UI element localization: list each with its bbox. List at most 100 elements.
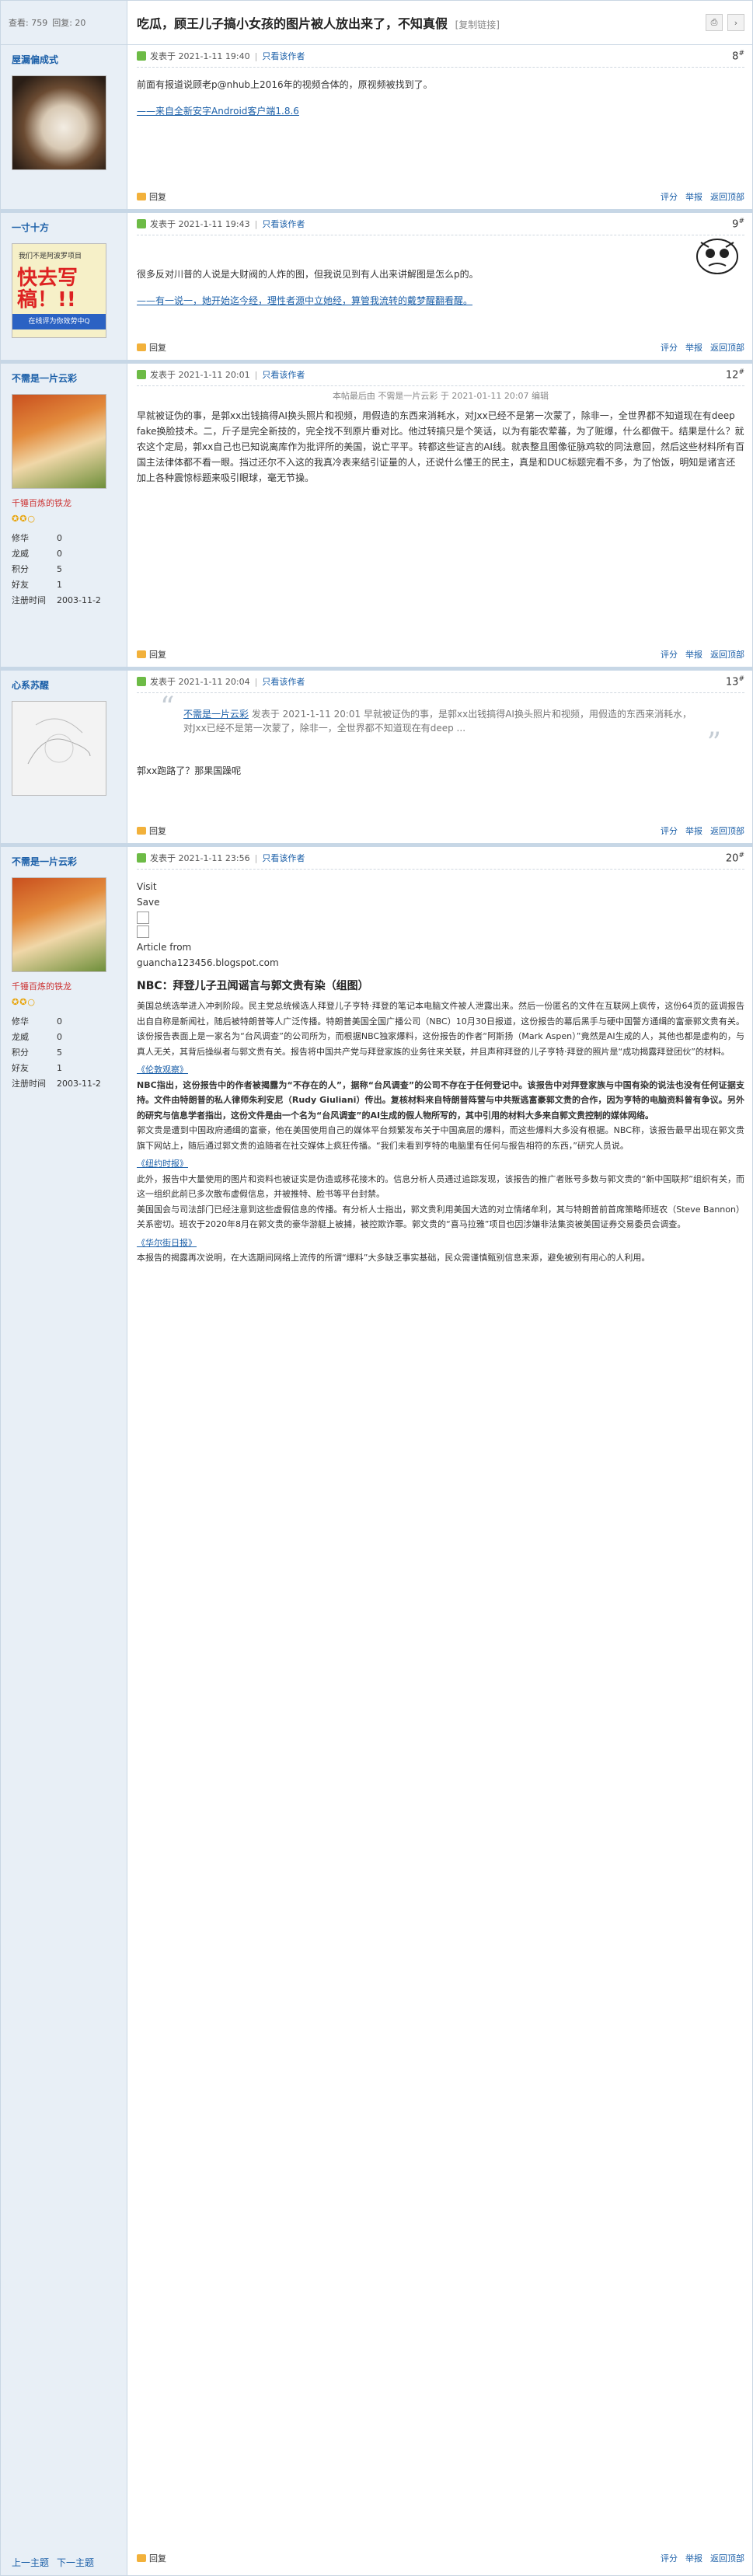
article-link[interactable]: 《华尔街日报》 bbox=[137, 1238, 197, 1248]
post-actions: 评分 举报 返回顶部 bbox=[661, 341, 744, 354]
author-name[interactable]: 心系苏醒 bbox=[12, 678, 127, 692]
report-button[interactable]: 举报 bbox=[685, 341, 702, 354]
user-group: 千锤百炼的铁龙 bbox=[12, 498, 71, 508]
online-icon bbox=[137, 853, 146, 863]
copy-link-button[interactable]: [复制链接] bbox=[455, 19, 500, 30]
floor-number: 20# bbox=[725, 851, 744, 865]
thread-title: 吃瓜，顾王儿子搞小女孩的图片被人放出来了，不知真假 [复制链接] bbox=[127, 13, 706, 32]
post-footer: 回复 评分 举报 返回顶部 bbox=[137, 824, 744, 837]
signature-link[interactable]: ——有一说一，她开始迄今经，理性者源中立她经，算管我流转的戴梦醒翻看醒。 bbox=[137, 295, 472, 306]
avatar[interactable]: 我们不是阿波罗项目 快去写稿！!! 在线评为你效劳中Q bbox=[12, 243, 106, 338]
save-link[interactable]: Save bbox=[137, 894, 744, 910]
edit-note: 本帖最后由 不需是一片云彩 于 2021-01-11 20:07 编辑 bbox=[332, 391, 549, 401]
post-header: 发表于 2021-1-11 19:43 | 只看该作者 9# bbox=[137, 213, 744, 235]
author-sidebar: 一寸十方 我们不是阿波罗项目 快去写稿！!! 在线评为你效劳中Q bbox=[1, 213, 127, 360]
author-name[interactable]: 不需是一片云彩 bbox=[12, 371, 127, 385]
thread-pager: 上一主题 下一主题 bbox=[1, 2549, 127, 2575]
quote-time: 发表于 2021-1-11 20:01 bbox=[251, 709, 361, 720]
post-time: 发表于 2021-1-11 23:56 bbox=[150, 853, 250, 863]
avatar[interactable] bbox=[12, 701, 106, 796]
client-link[interactable]: ——来自全新安字Android客户端1.8.6 bbox=[137, 106, 299, 117]
report-button[interactable]: 举报 bbox=[685, 2552, 702, 2564]
floor-number: 12# bbox=[725, 368, 744, 382]
article-source: guancha123456.blogspot.com bbox=[137, 957, 279, 968]
article-title: NBC：拜登儿子丑闻谣言与郭文贵有染（组图） bbox=[137, 980, 369, 992]
rate-button[interactable]: 评分 bbox=[661, 2552, 678, 2564]
reply-icon bbox=[137, 193, 146, 200]
avatar[interactable] bbox=[12, 75, 106, 170]
back-to-top-button[interactable]: 返回顶部 bbox=[710, 824, 744, 837]
post-text: 前面有报道说顾老p@nhub上2016年的视频合体的，原视频被找到了。 bbox=[137, 79, 433, 90]
prev-thread-link[interactable]: 上一主题 bbox=[12, 2556, 49, 2569]
rank-stars: ✪✪○ bbox=[12, 997, 37, 1007]
thread-stats: 查看: 759 回复: 20 bbox=[1, 1, 127, 44]
author-name[interactable]: 一寸十方 bbox=[12, 221, 127, 234]
author-name[interactable]: 屋漏偏成式 bbox=[12, 53, 127, 66]
post-header: 发表于 2021-1-11 19:40 | 只看该作者 8# bbox=[137, 45, 744, 68]
post-time: 发表于 2021-1-11 19:40 bbox=[150, 51, 250, 61]
article-link[interactable]: 《纽约时报》 bbox=[137, 1159, 188, 1169]
print-icon[interactable]: ⎙ bbox=[706, 14, 723, 31]
report-button[interactable]: 举报 bbox=[685, 190, 702, 203]
back-to-top-button[interactable]: 返回顶部 bbox=[710, 190, 744, 203]
online-icon bbox=[137, 219, 146, 228]
avatar-slogan: 快去写稿！!! bbox=[17, 267, 78, 312]
author-info: 千锤百炼的铁龙 ✪✪○ 修华 0 龙威 0 积分 5 好友 1 注册时间 2003-11-… bbox=[12, 497, 127, 608]
author-only-link[interactable]: 只看该作者 bbox=[262, 50, 305, 62]
thread-page: 查看: 759 回复: 20 吃瓜，顾王儿子搞小女孩的图片被人放出来了，不知真假… bbox=[0, 0, 753, 2576]
article-paragraph: 郭文贵是遭到中国政府通缉的富豪，他在美国使用自己的媒体平台频繁发布关于中国高层的… bbox=[137, 1125, 744, 1151]
post-floor-20: 不需是一片云彩 千锤百炼的铁龙 ✪✪○ 修华 0 龙威 0 积分 5 好友 1 注册时间… bbox=[1, 847, 752, 2571]
post-floor-8: 屋漏偏成式 发表于 2021-1-11 19:40 | 只看该作者 8# 前面有… bbox=[1, 45, 752, 213]
author-stats: 修华 0 龙威 0 积分 5 好友 1 注册时间 2003-11-2 bbox=[12, 1016, 101, 1089]
author-sidebar: 心系苏醒 bbox=[1, 671, 127, 843]
reply-icon bbox=[137, 2554, 146, 2562]
article-from: Article from bbox=[137, 942, 192, 953]
article-paragraph: 此外，报告中大量使用的图片和资料也被证实是伪造或移花接木的。信息分析人员通过追踪… bbox=[137, 1173, 744, 1200]
rate-button[interactable]: 评分 bbox=[661, 341, 678, 354]
meme-face-icon bbox=[696, 239, 738, 274]
next-icon[interactable]: › bbox=[727, 14, 744, 31]
reply-button[interactable]: 回复 bbox=[137, 341, 166, 354]
post-floor-12: 不需是一片云彩 千锤百炼的铁龙 ✪✪○ 修华 0 龙威 0 积分 5 好友 1 注册时间… bbox=[1, 364, 752, 671]
author-only-link[interactable]: 只看该作者 bbox=[262, 368, 305, 381]
thread-title-text: 吃瓜，顾王儿子搞小女孩的图片被人放出来了，不知真假 bbox=[137, 16, 448, 31]
rate-button[interactable]: 评分 bbox=[661, 190, 678, 203]
post-actions: 评分 举报 返回顶部 bbox=[661, 648, 744, 661]
reply-button[interactable]: 回复 bbox=[137, 190, 166, 203]
author-only-link[interactable]: 只看该作者 bbox=[262, 218, 305, 230]
quote-open-icon: “ bbox=[160, 692, 175, 723]
quote-block: “ 不需是一片云彩 发表于 2021-1-11 20:01 早就被证伪的事，是郭… bbox=[160, 694, 721, 758]
post-time: 发表于 2021-1-11 20:04 bbox=[150, 677, 250, 687]
author-only-link[interactable]: 只看该作者 bbox=[262, 675, 305, 688]
post-body: 前面有报道说顾老p@nhub上2016年的视频合体的，原视频被找到了。 ——来自… bbox=[137, 68, 744, 128]
avatar[interactable] bbox=[12, 394, 106, 489]
post-time: 发表于 2021-1-11 20:01 bbox=[150, 370, 250, 380]
report-button[interactable]: 举报 bbox=[685, 648, 702, 661]
post-body: Visit Save Article from guancha123456.bl… bbox=[137, 870, 744, 1275]
quote-author[interactable]: 不需是一片云彩 bbox=[183, 709, 249, 720]
article-link[interactable]: 《伦敦观察》 bbox=[137, 1065, 188, 1075]
post-actions: 评分 举报 返回顶部 bbox=[661, 190, 744, 203]
author-sidebar: 不需是一片云彩 千锤百炼的铁龙 ✪✪○ 修华 0 龙威 0 积分 5 好友 1 注册时间… bbox=[1, 847, 127, 2571]
avatar[interactable] bbox=[12, 877, 106, 972]
replies-count: 回复: 20 bbox=[52, 18, 86, 28]
header-tools: ⎙ › bbox=[706, 14, 752, 31]
back-to-top-button[interactable]: 返回顶部 bbox=[710, 648, 744, 661]
report-button[interactable]: 举报 bbox=[685, 824, 702, 837]
post-header: 发表于 2021-1-11 23:56 | 只看该作者 20# bbox=[137, 847, 744, 870]
reply-icon bbox=[137, 827, 146, 835]
post-body: 郭xx跑路了？那果国躁呢 bbox=[137, 749, 744, 788]
rate-button[interactable]: 评分 bbox=[661, 648, 678, 661]
article-paragraph: 美国国会与司法部门已经注意到这些虚假信息的传播。有分析人士指出，郭文贵利用美国大… bbox=[137, 1204, 744, 1230]
rate-button[interactable]: 评分 bbox=[661, 824, 678, 837]
next-thread-link[interactable]: 下一主题 bbox=[57, 2556, 94, 2569]
post-text: 很多反对川普的人说是大财阀的人炸的图，但我说见到有人出来讲解图是怎么p的。 bbox=[137, 269, 479, 280]
back-to-top-button[interactable]: 返回顶部 bbox=[710, 341, 744, 354]
back-to-top-button[interactable]: 返回顶部 bbox=[710, 2552, 744, 2564]
author-name[interactable]: 不需是一片云彩 bbox=[12, 855, 127, 868]
reply-button[interactable]: 回复 bbox=[137, 2552, 166, 2564]
reply-button[interactable]: 回复 bbox=[137, 648, 166, 661]
reply-button[interactable]: 回复 bbox=[137, 824, 166, 837]
author-only-link[interactable]: 只看该作者 bbox=[262, 852, 305, 864]
visit-link[interactable]: Visit bbox=[137, 879, 744, 894]
